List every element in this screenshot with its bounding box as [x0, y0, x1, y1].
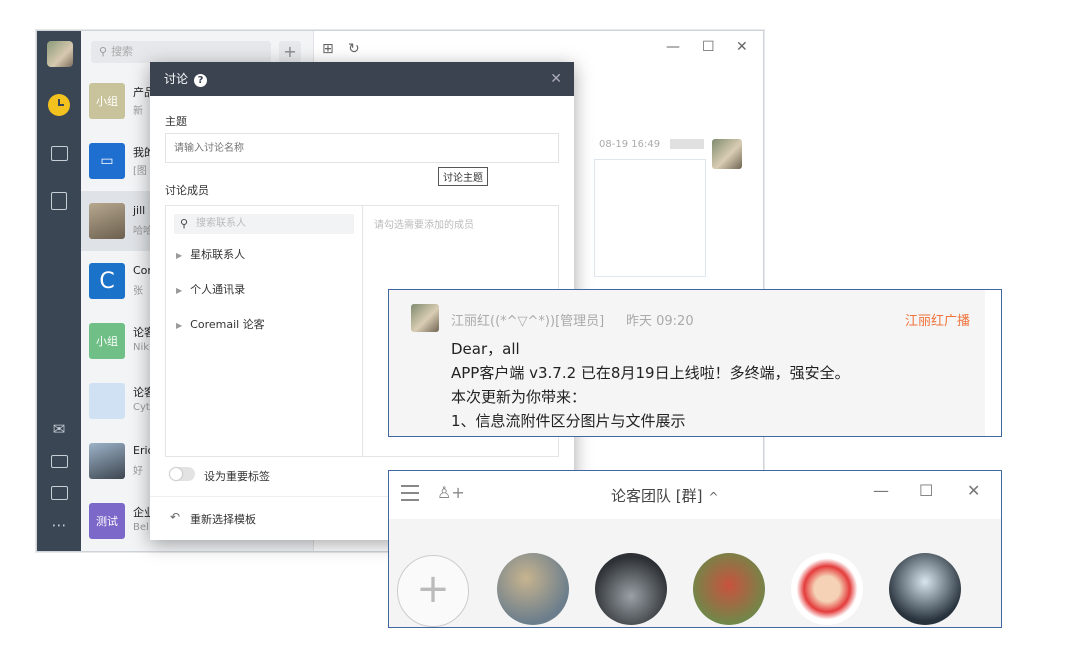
- close-icon[interactable]: ✕: [550, 62, 562, 96]
- member-avatar[interactable]: [595, 553, 667, 625]
- menu-icon[interactable]: [401, 485, 419, 506]
- conversation-avatar: C: [89, 263, 125, 299]
- user-avatar[interactable]: [47, 41, 73, 67]
- search-icon: ⚲: [180, 217, 189, 230]
- reset-template-link[interactable]: 重新选择模板: [190, 511, 256, 527]
- member-avatar[interactable]: [889, 553, 961, 625]
- message-line: 1、信息流附件区分图片与文件展示: [451, 412, 686, 430]
- tree-item-coremail[interactable]: ▶ Coremail 论客: [176, 316, 265, 332]
- sender-avatar: [712, 139, 742, 169]
- conversation-avatar: [89, 383, 125, 419]
- calendar-icon[interactable]: [47, 481, 71, 505]
- conversation-avatar: 小组: [89, 83, 125, 119]
- search-input[interactable]: ⚲ 搜索: [91, 41, 271, 63]
- important-label: 设为重要标签: [204, 470, 270, 483]
- caret-right-icon: ▶: [176, 286, 183, 295]
- topic-label: 主题: [165, 115, 187, 128]
- tree-item-personal[interactable]: ▶ 个人通讯录: [176, 281, 245, 297]
- caret-right-icon: ▶: [176, 251, 183, 260]
- member-avatar[interactable]: [791, 553, 863, 625]
- more-icon[interactable]: ⋯: [47, 513, 71, 537]
- sender-avatar: [411, 304, 439, 332]
- add-member-button[interactable]: +: [397, 555, 469, 627]
- chat-icon[interactable]: [47, 141, 71, 165]
- caret-right-icon: ▶: [176, 321, 183, 330]
- contact-tree: ⚲ 搜索联系人 ▶ 星标联系人 ▶ 个人通讯录 ▶ Coremail 论客: [166, 206, 363, 456]
- contacts-icon[interactable]: [47, 189, 71, 213]
- broadcast-popup: 江丽红((*^▽^*))[管理员] 昨天 09:20 江丽红广播 Dear，al…: [388, 289, 1002, 437]
- selected-members-hint: 请勾选需要添加的成员: [374, 220, 474, 231]
- message-time: 08-19 16:49: [599, 139, 661, 150]
- recent-icon[interactable]: [47, 93, 71, 117]
- message-line: Dear，all: [451, 340, 520, 358]
- maximize-icon[interactable]: ☐: [919, 481, 933, 500]
- conversation-avatar: 测试: [89, 503, 125, 539]
- blurred-name: [670, 139, 704, 149]
- minimize-icon[interactable]: —: [873, 481, 889, 500]
- dialog-header: 讨论? ✕: [150, 62, 574, 96]
- close-icon[interactable]: ✕: [967, 481, 980, 500]
- important-toggle[interactable]: [169, 467, 195, 481]
- broadcast-message: 江丽红((*^▽^*))[管理员] 昨天 09:20 江丽红广播 Dear，al…: [389, 290, 985, 436]
- undo-icon[interactable]: ↶: [170, 510, 180, 524]
- contact-search-input[interactable]: ⚲ 搜索联系人: [174, 214, 354, 234]
- members-label: 讨论成员: [165, 184, 209, 197]
- group-header: ♙+ 论客团队 [群] ^ — ☐ ✕: [389, 471, 1001, 519]
- add-button[interactable]: +: [279, 41, 301, 63]
- group-window: ♙+ 论客团队 [群] ^ — ☐ ✕ +: [388, 470, 1002, 628]
- folder-icon: ▭: [89, 143, 125, 179]
- conversation-avatar: [89, 203, 125, 239]
- chevron-up-icon: ^: [708, 490, 719, 504]
- message-line: 本次更新为你带来：: [451, 388, 587, 406]
- close-icon[interactable]: ✕: [736, 39, 748, 55]
- conversation-avatar: 小组: [89, 323, 125, 359]
- message-time: 昨天 09:20: [626, 314, 694, 329]
- member-avatar[interactable]: [497, 553, 569, 625]
- message-line: APP客户端 v3.7.2 已在8月19日上线啦！多终端，强安全。: [451, 364, 850, 382]
- refresh-icon[interactable]: ↻: [348, 41, 360, 57]
- new-discussion-icon[interactable]: ⊞: [322, 41, 334, 57]
- group-title[interactable]: 论客团队 [群] ^: [611, 485, 719, 506]
- maximize-icon[interactable]: ☐: [702, 39, 715, 55]
- topic-input[interactable]: [165, 133, 559, 163]
- topic-tooltip: 讨论主题: [438, 167, 488, 186]
- nav-rail: ✉ ⋯: [37, 31, 81, 551]
- mail-icon[interactable]: ✉: [47, 417, 71, 441]
- message-card[interactable]: [594, 159, 706, 277]
- sender-name: 江丽红((*^▽^*))[管理员]: [451, 314, 605, 329]
- add-user-icon[interactable]: ♙+: [437, 483, 465, 502]
- member-avatar[interactable]: [693, 553, 765, 625]
- conversation-avatar: [89, 443, 125, 479]
- broadcast-tag: 江丽红广播: [905, 314, 971, 329]
- minimize-icon[interactable]: —: [666, 39, 680, 55]
- tree-item-starred[interactable]: ▶ 星标联系人: [176, 246, 245, 262]
- help-icon[interactable]: ?: [194, 74, 208, 87]
- search-icon: ⚲: [99, 45, 108, 58]
- dialog-title: 讨论: [164, 72, 189, 86]
- drive-icon[interactable]: [47, 449, 71, 473]
